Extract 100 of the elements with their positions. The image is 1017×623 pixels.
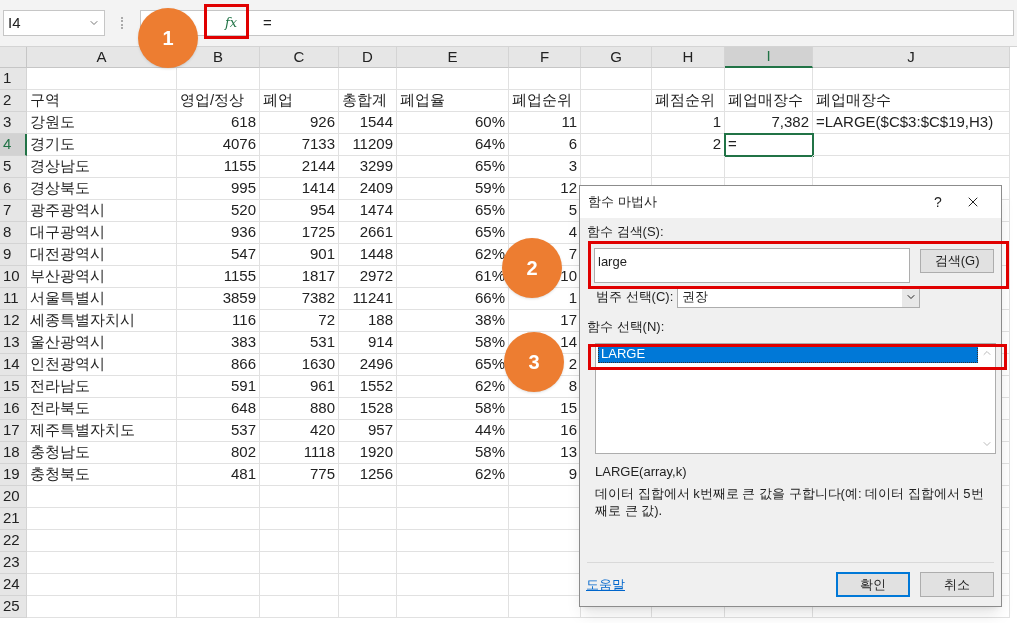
table-cell: = (725, 134, 813, 156)
table-cell: 188 (339, 310, 397, 332)
function-syntax: LARGE(array,k) (595, 462, 688, 481)
table-cell: 880 (260, 398, 339, 420)
table-cell: 914 (339, 332, 397, 354)
row-header[interactable]: 3 (0, 112, 27, 134)
table-cell: 경상남도 (27, 156, 177, 178)
row-header[interactable]: 9 (0, 244, 27, 266)
table-cell: 대구광역시 (27, 222, 177, 244)
table-cell (339, 486, 397, 508)
row-header[interactable]: 21 (0, 508, 27, 530)
dialog-title: 함수 마법사 (588, 193, 658, 212)
column-header[interactable]: G (581, 47, 652, 68)
table-cell: 1817 (260, 266, 339, 288)
table-cell (339, 530, 397, 552)
table-cell: 1528 (339, 398, 397, 420)
row-header[interactable]: 7 (0, 200, 27, 222)
table-cell: 1552 (339, 376, 397, 398)
table-cell: 폐업매장수 (725, 90, 813, 112)
table-cell: 961 (260, 376, 339, 398)
row-header[interactable]: 18 (0, 442, 27, 464)
table-cell (339, 552, 397, 574)
row-header[interactable]: 16 (0, 398, 27, 420)
table-cell: 1474 (339, 200, 397, 222)
table-cell: 2 (652, 134, 725, 156)
table-cell: 7382 (260, 288, 339, 310)
search-button[interactable]: 검색(G) (920, 249, 994, 273)
table-cell: 618 (177, 112, 260, 134)
column-header[interactable]: D (339, 47, 397, 68)
table-cell: 11 (509, 112, 581, 134)
table-cell: 775 (260, 464, 339, 486)
row-header[interactable]: 2 (0, 90, 27, 112)
table-cell: 1448 (339, 244, 397, 266)
row-header[interactable]: 17 (0, 420, 27, 442)
function-list-label: 함수 선택(N): (587, 318, 666, 336)
table-cell: 대전광역시 (27, 244, 177, 266)
select-all-corner[interactable] (0, 47, 27, 68)
help-button[interactable]: ? (923, 191, 953, 213)
column-header[interactable]: H (652, 47, 725, 68)
table-cell: 충청북도 (27, 464, 177, 486)
row-header[interactable]: 14 (0, 354, 27, 376)
function-list[interactable]: LARGE (595, 342, 996, 454)
table-cell: 2496 (339, 354, 397, 376)
row-header[interactable]: 1 (0, 68, 27, 90)
column-header[interactable]: J (813, 47, 1010, 68)
column-header[interactable]: E (397, 47, 509, 68)
table-cell: 936 (177, 222, 260, 244)
column-header[interactable]: C (260, 47, 339, 68)
table-cell: 2409 (339, 178, 397, 200)
table-cell: 65% (397, 222, 509, 244)
table-cell: 547 (177, 244, 260, 266)
column-header[interactable]: I (725, 47, 813, 68)
table-cell: 1155 (177, 266, 260, 288)
search-label: 함수 검색(S): (587, 224, 665, 240)
search-field[interactable]: large (594, 248, 911, 283)
table-cell: 11209 (339, 134, 397, 156)
row-header[interactable]: 8 (0, 222, 27, 244)
help-link[interactable]: 도움말 (586, 574, 836, 595)
table-cell: 2661 (339, 222, 397, 244)
table-cell: 957 (339, 420, 397, 442)
row-header[interactable]: 10 (0, 266, 27, 288)
row-header[interactable]: 15 (0, 376, 27, 398)
table-cell: 64% (397, 134, 509, 156)
table-cell: 926 (260, 112, 339, 134)
table-cell: 부산광역시 (27, 266, 177, 288)
ok-button[interactable]: 확인 (836, 572, 910, 597)
table-cell: 65% (397, 200, 509, 222)
table-cell: 59% (397, 178, 509, 200)
row-header[interactable]: 25 (0, 596, 27, 618)
table-cell: 2144 (260, 156, 339, 178)
table-cell: 60% (397, 112, 509, 134)
table-cell: 866 (177, 354, 260, 376)
row-header[interactable]: 12 (0, 310, 27, 332)
table-cell: 6 (509, 134, 581, 156)
table-cell (339, 596, 397, 618)
table-cell: 520 (177, 200, 260, 222)
name-box[interactable]: I4 (3, 10, 105, 36)
row-header[interactable]: 24 (0, 574, 27, 596)
row-header[interactable]: 11 (0, 288, 27, 310)
table-cell (339, 574, 397, 596)
table-cell: 995 (177, 178, 260, 200)
row-header[interactable]: 20 (0, 486, 27, 508)
row-header[interactable]: 4 (0, 134, 27, 156)
cancel-button[interactable]: 취소 (920, 572, 994, 597)
row-header[interactable]: 23 (0, 552, 27, 574)
row-header[interactable]: 13 (0, 332, 27, 354)
table-cell: 1725 (260, 222, 339, 244)
row-header[interactable]: 6 (0, 178, 27, 200)
table-cell: 383 (177, 332, 260, 354)
table-cell: 제주특별자치도 (27, 420, 177, 442)
column-header[interactable]: F (509, 47, 581, 68)
table-cell: 인천광역시 (27, 354, 177, 376)
table-cell (581, 112, 652, 134)
row-header[interactable]: 5 (0, 156, 27, 178)
row-header[interactable]: 19 (0, 464, 27, 486)
table-cell: 폐업율 (397, 90, 509, 112)
table-cell: 116 (177, 310, 260, 332)
row-header[interactable]: 22 (0, 530, 27, 552)
table-cell: 영업/정상 (177, 90, 260, 112)
table-cell (509, 68, 581, 90)
